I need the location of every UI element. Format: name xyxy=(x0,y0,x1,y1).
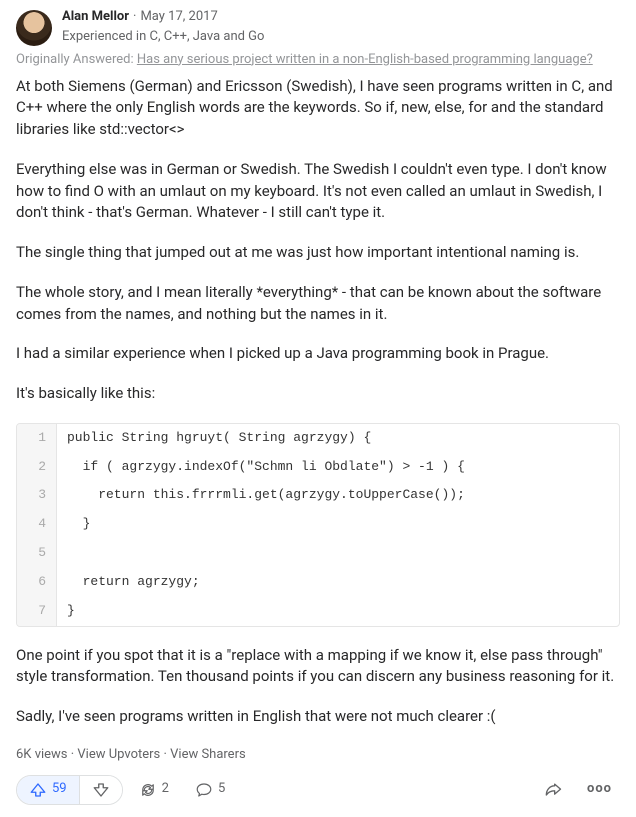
code-line: if ( agrzygy.indexOf("Schmn li Obdlate")… xyxy=(57,453,475,482)
separator-dot: · xyxy=(133,8,136,27)
separator-dot: · xyxy=(68,747,78,762)
upvote-button[interactable]: 59 xyxy=(17,776,80,804)
more-icon: ooo xyxy=(587,781,612,796)
more-button[interactable]: ooo xyxy=(579,780,620,799)
vote-group: 59 xyxy=(16,775,123,805)
line-number: 1 xyxy=(17,424,57,453)
paragraph: The single thing that jumped out at me w… xyxy=(16,242,620,264)
answer-date[interactable]: May 17, 2017 xyxy=(140,8,217,27)
line-number: 5 xyxy=(17,539,57,568)
code-line: return agrzygy; xyxy=(57,568,210,597)
line-number: 3 xyxy=(17,481,57,510)
upvote-count: 59 xyxy=(52,780,67,799)
answer-header: Alan Mellor · May 17, 2017 Experienced i… xyxy=(16,8,620,47)
code-block: 1public String hgruyt( String agrzygy) {… xyxy=(16,423,620,627)
upvote-icon xyxy=(29,781,47,799)
code-line: return this.frrrmli.get(agrzygy.toUpperC… xyxy=(57,481,475,510)
downvote-icon xyxy=(92,781,110,799)
action-bar: 59 2 5 ooo xyxy=(16,775,620,805)
comment-button[interactable]: 5 xyxy=(185,775,235,805)
name-line: Alan Mellor · May 17, 2017 xyxy=(62,8,264,27)
separator-dot: · xyxy=(160,747,170,762)
comment-count: 5 xyxy=(218,780,225,799)
line-number: 2 xyxy=(17,453,57,482)
code-line xyxy=(57,539,85,568)
author-credential: Experienced in C, C++, Java and Go xyxy=(62,28,264,47)
reshare-icon xyxy=(139,781,157,799)
paragraph: Sadly, I've seen programs written in Eng… xyxy=(16,706,620,728)
originally-answered-prefix: Originally Answered: xyxy=(16,52,137,67)
share-arrow-icon xyxy=(543,780,563,800)
line-number: 4 xyxy=(17,510,57,539)
code-line: } xyxy=(57,510,100,539)
line-number: 6 xyxy=(17,568,57,597)
line-number: 7 xyxy=(17,597,57,626)
paragraph: It's basically like this: xyxy=(16,383,620,405)
downvote-button[interactable] xyxy=(80,776,122,804)
answer-body: At both Siemens (German) and Ericsson (S… xyxy=(16,76,620,728)
code-line: public String hgruyt( String agrzygy) { xyxy=(57,424,381,453)
meta-line: 6K views · View Upvoters · View Sharers xyxy=(16,746,620,765)
avatar[interactable] xyxy=(16,10,52,46)
reshare-count: 2 xyxy=(162,780,169,799)
original-question-link[interactable]: Has any serious project written in a non… xyxy=(137,52,593,67)
paragraph: At both Siemens (German) and Ericsson (S… xyxy=(16,76,620,141)
views-count: 6K views xyxy=(16,747,68,762)
author-name[interactable]: Alan Mellor xyxy=(62,8,129,27)
header-text: Alan Mellor · May 17, 2017 Experienced i… xyxy=(62,8,264,47)
comment-icon xyxy=(195,781,213,799)
share-button[interactable] xyxy=(533,775,573,805)
view-upvoters-link[interactable]: View Upvoters xyxy=(77,747,160,762)
paragraph: The whole story, and I mean literally *e… xyxy=(16,282,620,326)
reshare-button[interactable]: 2 xyxy=(129,775,179,805)
view-sharers-link[interactable]: View Sharers xyxy=(170,747,246,762)
code-line: } xyxy=(57,597,85,626)
originally-answered: Originally Answered: Has any serious pro… xyxy=(16,51,620,70)
paragraph: One point if you spot that it is a "repl… xyxy=(16,645,620,689)
paragraph: Everything else was in German or Swedish… xyxy=(16,159,620,224)
paragraph: I had a similar experience when I picked… xyxy=(16,343,620,365)
